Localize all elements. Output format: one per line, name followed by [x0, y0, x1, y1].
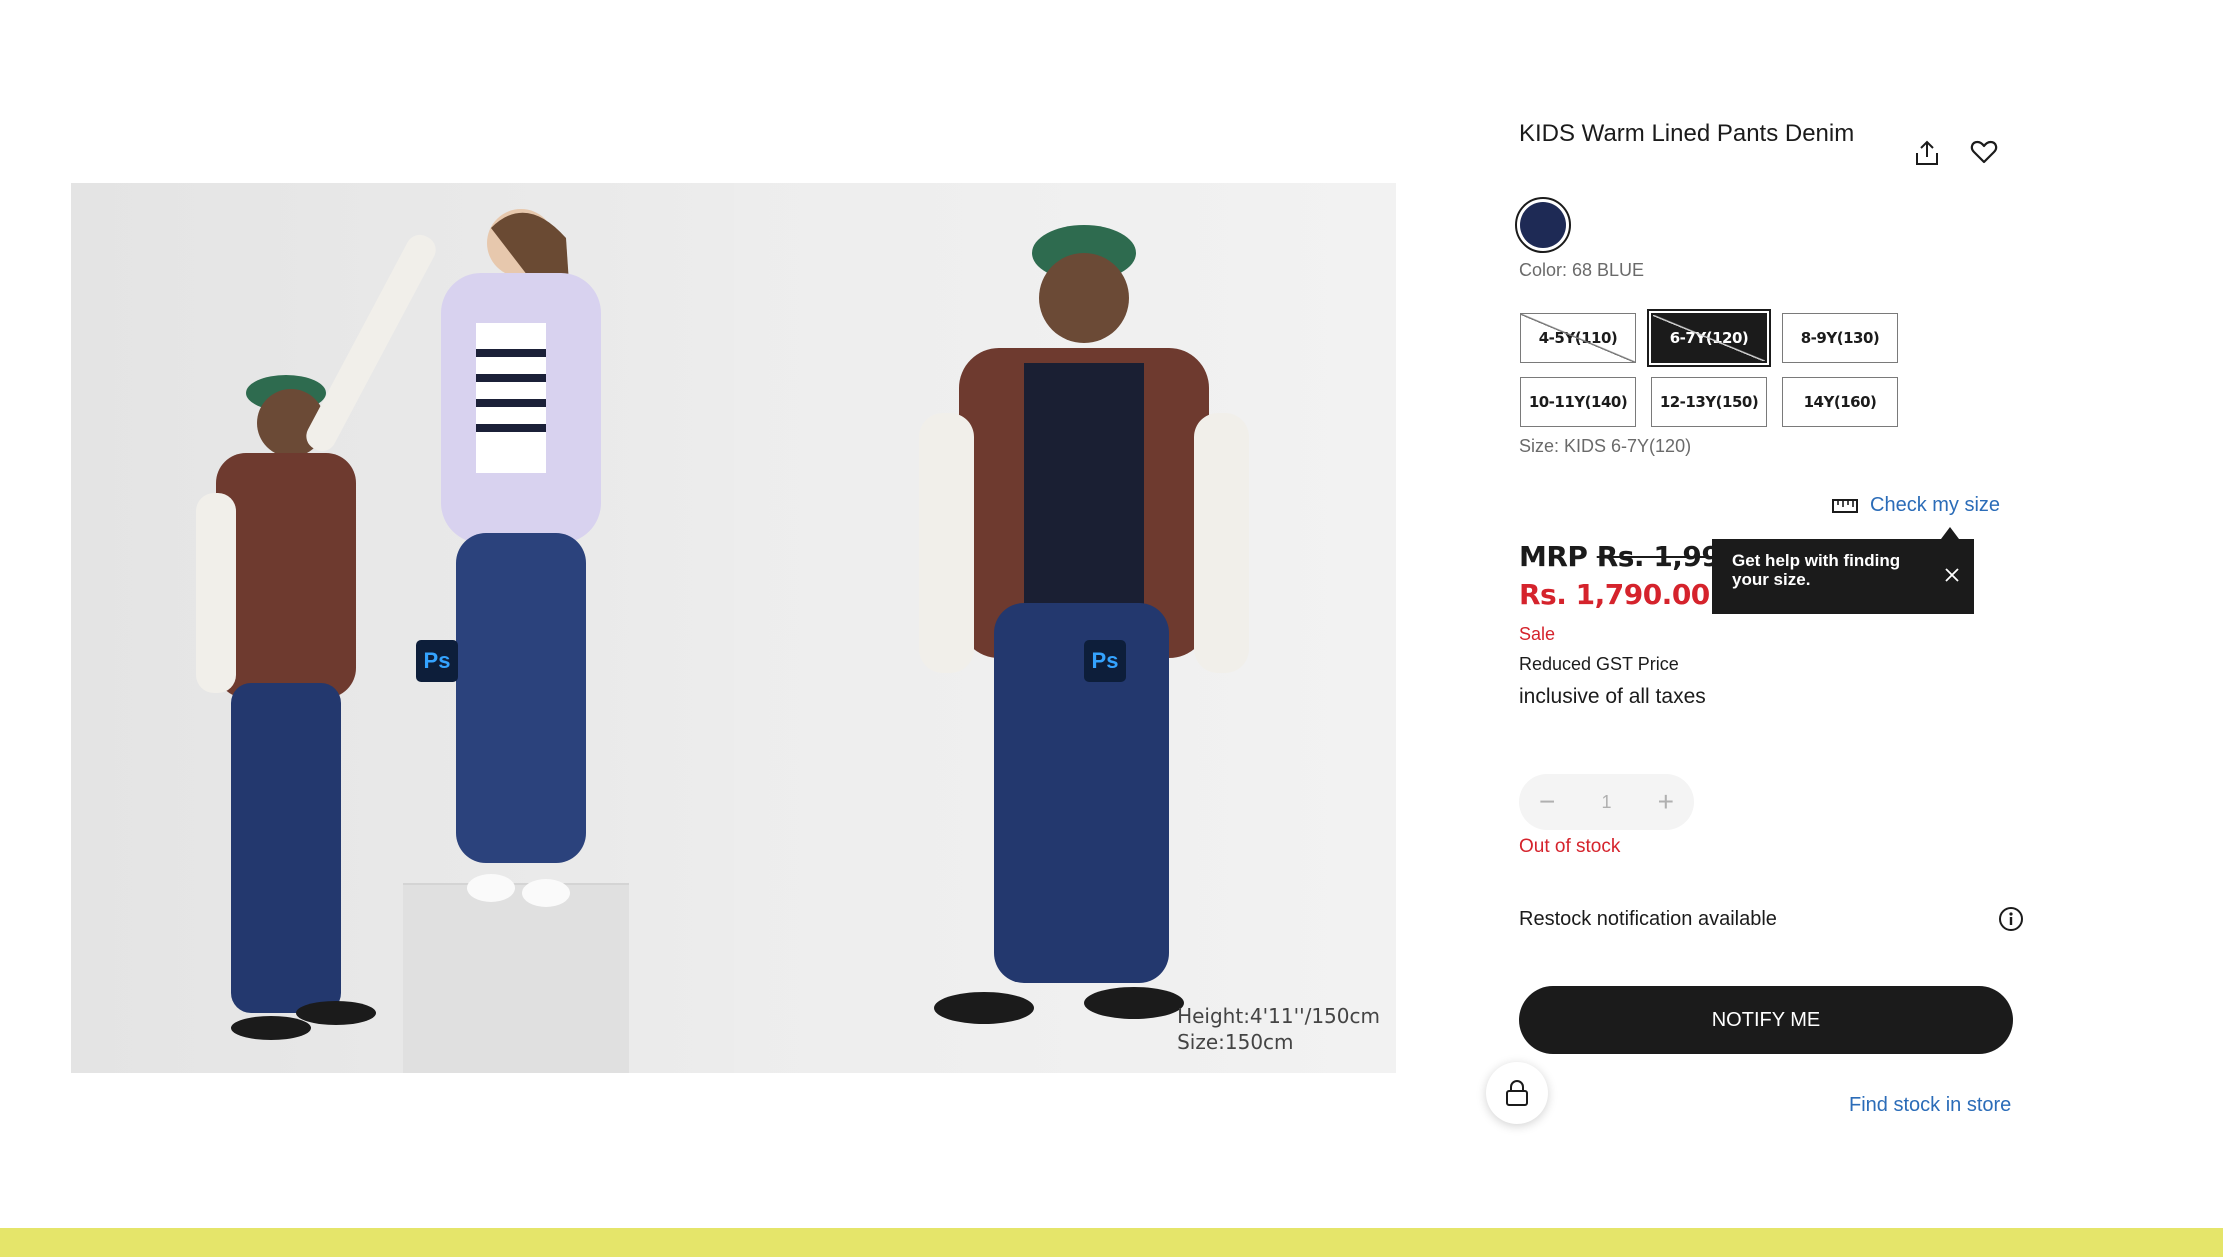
product-title: KIDS Warm Lined Pants Denim [1519, 120, 1855, 147]
model-size-text: Size:150cm [1177, 1030, 1294, 1054]
kids-figures-left [196, 209, 601, 1040]
image-panel-left: Ps [71, 183, 734, 1073]
kid-figure-right [919, 225, 1249, 1024]
color-swatch-fill [1520, 202, 1566, 248]
size-option-4-5y[interactable]: 4-5Y(110) [1520, 313, 1636, 363]
quantity-value: 1 [1601, 791, 1612, 812]
share-icon [1916, 140, 1938, 165]
lock-button[interactable] [1486, 1062, 1548, 1124]
find-stock-in-store-link[interactable]: Find stock in store [1849, 1094, 2011, 1117]
mrp-prefix: MRP [1519, 540, 1588, 573]
quantity-increase-button[interactable]: + [1658, 786, 1674, 818]
ruler-icon [1832, 498, 1858, 513]
info-icon [1999, 907, 2023, 931]
sale-price: Rs. 1,790.00 [1519, 578, 1710, 611]
sale-flag: Sale [1519, 624, 1556, 644]
size-option-10-11y[interactable]: 10-11Y(140) [1520, 377, 1636, 427]
quantity-decrease-button[interactable]: − [1539, 786, 1555, 818]
gst-note: Reduced GST Price [1519, 654, 1679, 674]
image-caption: Height:4'11''/150cm Size:150cm [1177, 1003, 1380, 1055]
check-size-link[interactable]: Check my size [1832, 494, 2000, 517]
photoshop-badge: Ps [1084, 640, 1126, 682]
close-icon [1945, 568, 1959, 582]
tooltip-text: Get help with finding your size. [1732, 551, 1901, 589]
share-button[interactable] [1907, 133, 1947, 173]
tooltip-close-button[interactable] [1940, 563, 1964, 587]
restock-info-button[interactable] [1991, 899, 2031, 939]
lock-icon [1506, 1080, 1528, 1106]
size-option-14y[interactable]: 14Y(160) [1782, 377, 1898, 427]
heart-icon [1970, 140, 1998, 164]
product-image[interactable]: Ps Ps Height:4'11''/150cm Size:150cm [71, 183, 1396, 1073]
model-height-text: Height:4'11''/150cm [1177, 1004, 1380, 1028]
size-option-12-13y[interactable]: 12-13Y(150) [1651, 377, 1767, 427]
color-swatch-blue[interactable] [1515, 197, 1571, 253]
size-option-8-9y[interactable]: 8-9Y(130) [1782, 313, 1898, 363]
check-size-text[interactable]: Check my size [1870, 494, 2000, 517]
size-help-tooltip: Get help with finding your size. [1712, 539, 1974, 614]
footer-band [0, 1228, 2223, 1257]
size-option-6-7y[interactable]: 6-7Y(120) [1647, 309, 1771, 367]
tax-note: inclusive of all taxes [1519, 685, 1706, 708]
color-label: Color: 68 BLUE [1519, 260, 1645, 280]
notify-me-button[interactable]: NOTIFY ME [1519, 986, 2013, 1054]
image-panel-right: Ps [734, 183, 1396, 1073]
quantity-stepper: − 1 + [1519, 774, 1694, 830]
stock-status: Out of stock [1519, 836, 1621, 857]
tooltip-arrow [1941, 527, 1959, 539]
restock-notice: Restock notification available [1519, 908, 1777, 930]
wishlist-button[interactable] [1964, 132, 2004, 172]
photoshop-badge: Ps [416, 640, 458, 682]
selected-size-label: Size: KIDS 6-7Y(120) [1519, 436, 1692, 456]
